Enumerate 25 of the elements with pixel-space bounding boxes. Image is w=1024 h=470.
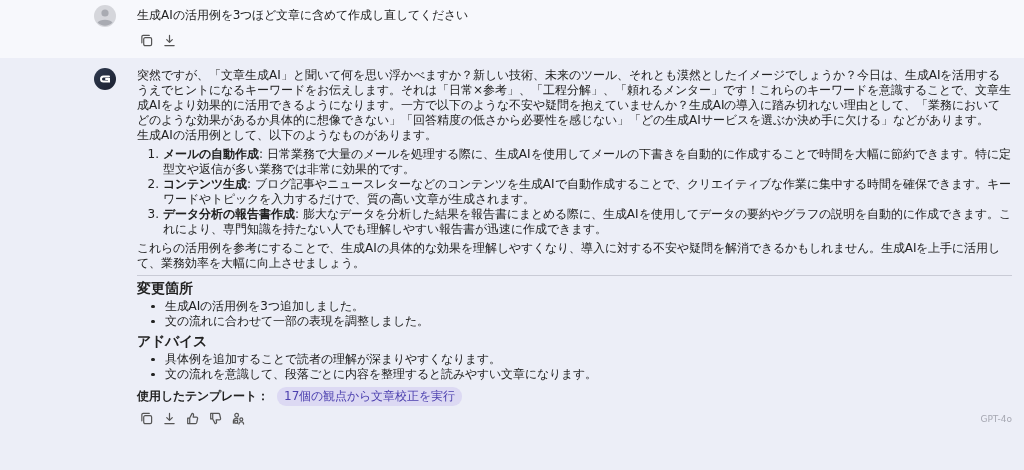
list-item: 具体例を追加することで読者の理解が深まりやすくなります。	[164, 352, 501, 367]
user-avatar	[94, 5, 116, 27]
paragraph: これらの活用例を参考にすることで、生成AIの具体的な効果を理解しやすくなり、導入に対する不安や疑問を解消できるかもしれません。生成AIを上手に活用して、業務効率を大幅に向上させましょう。	[137, 241, 1002, 271]
assistant-logo-icon	[94, 68, 116, 90]
template-label: 使用したテンプレート：	[137, 388, 269, 405]
bullet-icon	[151, 319, 155, 324]
list-item: 文の流れを意識して、段落ごとに内容を整理すると読みやすい文章になります。	[164, 367, 597, 382]
bullet-icon	[151, 304, 155, 309]
list-number: 2.	[146, 177, 160, 193]
list-item: メールの自動作成: 日常業務で大量のメールを処理する際に、生成AIを使用してメールの下書きを自動的に作成することで時間を大幅に節約できます。特に定型文や返信が多い業務では非常に効果的です。	[163, 147, 1012, 177]
bullet-icon	[151, 372, 155, 377]
user-message: 生成AIの活用例を3つほど文章に含めて作成し直してください	[137, 7, 470, 23]
section-heading: 変更箇所	[137, 279, 194, 298]
list-item: 生成AIの活用例を3つ追加しました。	[164, 299, 364, 314]
bullet-icon	[151, 357, 155, 362]
list-item: 文の流れに合わせて一部の表現を調整しました。	[164, 314, 429, 329]
list-number: 3.	[146, 207, 160, 223]
paragraph: 生成AIの活用例として、以下のようなものがあります。	[137, 128, 438, 143]
template-tag[interactable]: 17個の観点から文章校正を実行	[277, 387, 463, 406]
section-heading: アドバイス	[137, 332, 208, 351]
list-item: コンテンツ生成: ブログ記事やニュースレターなどのコンテンツを生成AIで自動作成することで、クリエイティブな作業に集中する時間を確保できます。キーワードやトピックを入力するだけで、質の高い文章が生成されます。	[163, 177, 1012, 207]
paragraph: 突然ですが、「文章生成AI」と聞いて何を思い浮かべますか？新しい技術、未来のツール、それとも漠然としたイメージでしょうか？今日は、生成AIを活用するうえでヒントになるキーワードをお伝えします。それは「日常×参考」、「工程分解」、「頼れるメンター」です！これらのキーワードを意識することで、文章生成AIをより効果的に活用できるようになります。一方で以下のような不安や疑問を抱えていませんか？生成AIの導入に踏み切れない理由として、「業務においてどのような効果があるか具体的に想像できない」「回答精度の低さから必要性を感じない」「どの生成AIサービスを選ぶか決め手に欠ける」などがあります。	[137, 68, 1012, 128]
model-label: GPT-4o	[980, 414, 1012, 424]
list-number: 1.	[146, 147, 160, 163]
list-item: データ分析の報告書作成: 膨大なデータを分析した結果を報告書にまとめる際に、生成AIを使用してデータの要約やグラフの説明を自動的に作成できます。これにより、専門知識を持たない人でも理解しやすい報告書が迅速に作成できます。	[163, 207, 1012, 237]
